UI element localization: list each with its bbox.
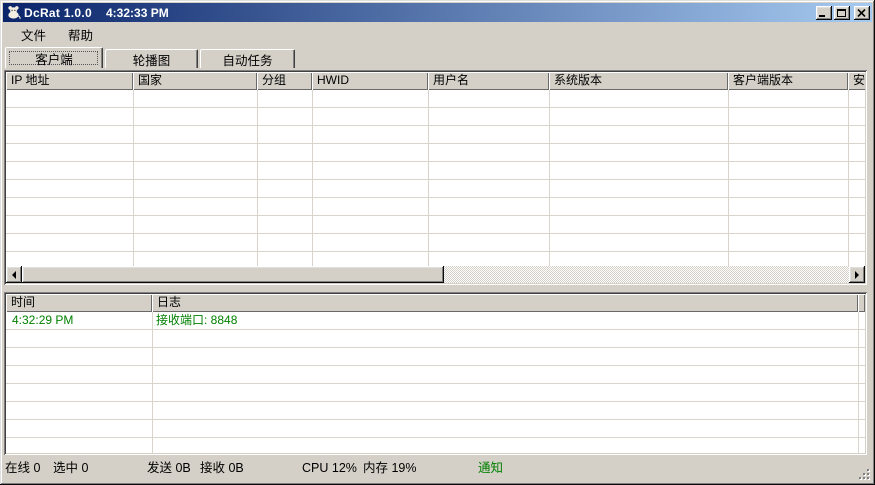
tab-label: 轮播图 [133,50,171,69]
column-header[interactable]: 日志 [152,294,858,312]
log-listview: 时间日志 4:32:29 PM接收端口: 8848 [4,292,867,455]
column-header[interactable]: IP 地址 [6,72,133,90]
column-header-filler [858,294,865,312]
app-rat-icon[interactable] [6,5,21,20]
window-title: DcRat 1.0.0 [24,6,92,20]
status-notify: 通知 [478,455,503,482]
grid-vline [312,90,313,266]
app-window: DcRat 1.0.0 4:32:33 PM 文件帮助 客户端 轮播图 自动任务 I… [0,0,875,485]
status-online: 在线 0 [5,455,40,482]
client-listview: IP 地址国家分组HWID用户名系统版本客户端版本安装时间 [4,70,867,285]
log-list-body: 4:32:29 PM接收端口: 8848 [6,312,865,453]
column-header[interactable]: 安装时间 [848,72,865,90]
tab-clients[interactable]: 客户端 [5,47,103,68]
status-selected: 选中 0 [53,455,88,482]
statusbar: 在线 0 选中 0 发送 0B 接收 0B CPU 12% 内存 19% 通知 [3,455,872,482]
resize-grip-icon[interactable] [856,466,870,480]
grid-vline [549,90,550,266]
titlebar-clock: 4:32:33 PM [106,6,169,20]
grid-vline [858,312,859,453]
tab-auto-tasks[interactable]: 自动任务 [200,49,295,68]
client-list-header: IP 地址国家分组HWID用户名系统版本客户端版本安装时间 [6,72,865,90]
tab-carousel[interactable]: 轮播图 [105,49,198,68]
status-sent: 发送 0B [147,455,191,482]
log-row[interactable]: 4:32:29 PM接收端口: 8848 [6,312,865,330]
status-memory: 内存 19% [363,455,417,482]
log-list-header: 时间日志 [6,294,865,312]
grid-vline [257,90,258,266]
close-icon [857,9,866,17]
column-header[interactable]: HWID [312,72,428,90]
log-message-cell: 接收端口: 8848 [152,312,865,330]
scrollbar-thumb[interactable] [22,266,444,283]
menu-item-file[interactable]: 文件 [10,23,57,46]
arrow-right-icon [855,271,859,279]
tab-label: 自动任务 [222,50,272,69]
menubar: 文件帮助 [3,22,872,47]
column-header[interactable]: 系统版本 [549,72,728,90]
close-button[interactable] [854,6,870,20]
column-header[interactable]: 国家 [133,72,257,90]
titlebar[interactable]: DcRat 1.0.0 4:32:33 PM [3,3,872,22]
column-header[interactable]: 用户名 [428,72,549,90]
grid-vline [152,312,153,453]
column-header[interactable]: 分组 [257,72,312,90]
minimize-icon [819,15,825,17]
client-list-body [6,90,865,266]
grid-vline [728,90,729,266]
horizontal-scrollbar[interactable] [6,266,865,283]
grid-vline [133,90,134,266]
log-time-cell: 4:32:29 PM [6,312,152,330]
tab-label: 客户端 [35,49,73,68]
arrow-left-icon [12,271,16,279]
status-received: 接收 0B [200,455,244,482]
scroll-left-button[interactable] [6,266,22,283]
menu-item-help[interactable]: 帮助 [57,23,104,46]
column-header[interactable]: 时间 [6,294,152,312]
column-header[interactable]: 客户端版本 [728,72,848,90]
maximize-icon [837,9,846,17]
minimize-button[interactable] [816,6,832,20]
scroll-right-button[interactable] [849,266,865,283]
grid-vline [428,90,429,266]
maximize-button[interactable] [834,6,850,20]
status-cpu: CPU 12% [302,455,357,482]
tab-strip: 客户端 轮播图 自动任务 [4,47,871,68]
grid-vline [848,90,849,266]
